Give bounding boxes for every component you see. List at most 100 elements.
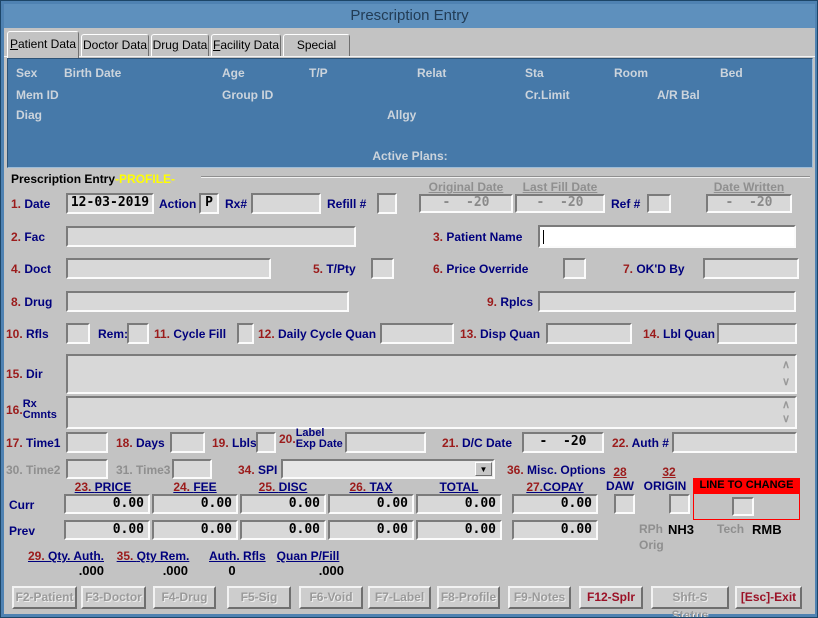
price-override-field[interactable]: [563, 258, 586, 279]
daw-number-label: 28: [613, 465, 627, 479]
time1-field[interactable]: [66, 432, 108, 453]
spi-dropdown[interactable]: ▼: [281, 459, 495, 479]
days-field[interactable]: [170, 432, 205, 453]
lbl-quan-field[interactable]: [717, 323, 797, 344]
f12-splr-button[interactable]: F12-Splr: [579, 586, 643, 609]
auth-number-field[interactable]: [672, 432, 797, 453]
tpty-field[interactable]: [371, 258, 394, 279]
tab-doctor-data[interactable]: Doctor Data: [81, 34, 149, 57]
qty-rem-value: .000: [162, 563, 188, 578]
refill-number-field[interactable]: [377, 193, 397, 214]
lbls-label: 19. Lbls: [212, 436, 257, 450]
doctor-label: 4. Doct: [11, 262, 52, 276]
daw-field[interactable]: [614, 494, 635, 514]
time3-field: [172, 459, 212, 479]
rx-number-field[interactable]: [251, 193, 321, 214]
f5-sig-button[interactable]: F5-Sig: [227, 586, 291, 609]
auth-rfls-value: 0: [228, 563, 236, 578]
drug-field[interactable]: [66, 291, 349, 312]
window-title: Prescription Entry: [350, 7, 469, 24]
qty-rem-label: 35. Qty Rem.: [116, 549, 190, 563]
date-label: 1. Date: [11, 197, 51, 211]
scroll-down-icon[interactable]: ∨: [782, 377, 790, 388]
dc-date-field[interactable]: - -20: [522, 432, 604, 453]
scroll-up-icon[interactable]: ∧: [782, 360, 790, 371]
f9-notes-button[interactable]: F9-Notes: [508, 586, 571, 609]
okd-by-field[interactable]: [703, 258, 799, 279]
curr-fee-field[interactable]: 0.00: [152, 494, 238, 514]
origin-number-label: 32: [662, 465, 676, 479]
patient-info-panel: Sex Birth Date Age T/P Relat Sta Room Be…: [7, 58, 813, 168]
doctor-field[interactable]: [66, 258, 271, 279]
esc-exit-button[interactable]: [Esc]-Exit: [735, 586, 802, 609]
orig-label: Orig: [639, 538, 664, 552]
label-exp-date-field[interactable]: [345, 432, 426, 453]
prev-row-label: Prev: [9, 524, 36, 538]
ref-number-field[interactable]: [647, 194, 671, 213]
patient-name-field[interactable]: [538, 225, 796, 248]
ar-bal-label: A/R Bal: [657, 88, 700, 102]
original-date-label: Original Date: [428, 180, 504, 194]
rplcs-field[interactable]: [538, 291, 796, 312]
quan-pfill-label: Quan P/Fill: [276, 549, 340, 563]
mem-id-label: Mem ID: [16, 88, 59, 102]
shft-s-status-button[interactable]: Shft-S Status: [651, 586, 729, 617]
disp-quan-label: 13. Disp Quan: [460, 327, 541, 341]
tab-special-keys[interactable]: Special Keys: [283, 34, 350, 73]
rem-field[interactable]: [127, 323, 149, 344]
dropdown-arrow-icon[interactable]: ▼: [475, 462, 492, 476]
groupbox-border: [201, 176, 810, 178]
origin-field[interactable]: [669, 494, 690, 514]
allgy-label: Allgy: [387, 108, 417, 122]
facility-field[interactable]: [66, 226, 356, 247]
spi-label: 34. SPI: [238, 463, 278, 477]
origin-label: ORIGIN: [643, 479, 687, 493]
scroll-down-icon[interactable]: ∨: [782, 414, 790, 425]
prev-copay-field: 0.00: [512, 520, 598, 540]
f4-drug-button[interactable]: F4-Drug: [153, 586, 216, 609]
f6-void-button[interactable]: F6-Void: [299, 586, 363, 609]
dir-label: 15. Dir: [6, 367, 43, 381]
line-to-change-field[interactable]: [732, 497, 754, 516]
auth-rfls-label: Auth. Rfls: [209, 549, 266, 563]
curr-copay-field[interactable]: 0.00: [512, 494, 598, 514]
scroll-up-icon[interactable]: ∧: [782, 400, 790, 411]
curr-total-field[interactable]: 0.00: [416, 494, 502, 514]
original-date-field: - -20: [419, 194, 513, 213]
prescription-entry-window: Prescription Entry Patient Data Doctor D…: [0, 0, 818, 618]
okd-by-label: 7. OK'D By: [623, 262, 685, 276]
curr-tax-field[interactable]: 0.00: [328, 494, 414, 514]
dc-date-label: 21. D/C Date: [442, 436, 513, 450]
f2-patient-button[interactable]: F2-Patient: [12, 586, 77, 609]
daily-cycle-quan-field[interactable]: [380, 323, 454, 344]
curr-disc-field[interactable]: 0.00: [240, 494, 326, 514]
misc-options-label: 36. Misc. Options: [507, 463, 606, 477]
curr-price-field[interactable]: 0.00: [64, 494, 150, 514]
tab-drug-data[interactable]: Drug Data: [151, 34, 209, 57]
f3-doctor-button[interactable]: F3-Doctor: [81, 586, 146, 609]
cycle-fill-field[interactable]: [237, 323, 254, 344]
disp-quan-field[interactable]: [546, 323, 632, 344]
active-plans-label: Active Plans:: [372, 149, 448, 163]
refills-field[interactable]: [66, 323, 90, 344]
action-field[interactable]: P: [199, 193, 219, 214]
rx-comments-field[interactable]: ∧ ∨: [66, 396, 797, 429]
copay-header: 27.COPAY: [526, 480, 584, 494]
lbls-field[interactable]: [256, 432, 276, 453]
action-label: Action: [159, 197, 197, 211]
text-cursor: [543, 230, 544, 244]
tax-header: 26. TAX: [349, 480, 393, 494]
date-written-field: - -20: [706, 194, 792, 213]
rem-label: Rem:: [98, 327, 129, 341]
daw-label: DAW: [606, 479, 634, 493]
relat-label: Relat: [417, 66, 447, 80]
birth-date-label: Birth Date: [64, 66, 122, 80]
date-field[interactable]: 12-03-2019: [66, 193, 154, 214]
dir-field[interactable]: ∧ ∨: [66, 354, 797, 394]
f8-profile-button[interactable]: F8-Profile: [437, 586, 500, 609]
tab-facility-data[interactable]: Facility Data: [211, 34, 281, 57]
groupbox-title: Prescription Entry-PROFILE-: [11, 172, 176, 186]
tab-patient-data[interactable]: Patient Data: [7, 31, 79, 58]
f7-label-button[interactable]: F7-Label: [368, 586, 431, 609]
refills-label: 10. Rfls: [6, 327, 49, 341]
